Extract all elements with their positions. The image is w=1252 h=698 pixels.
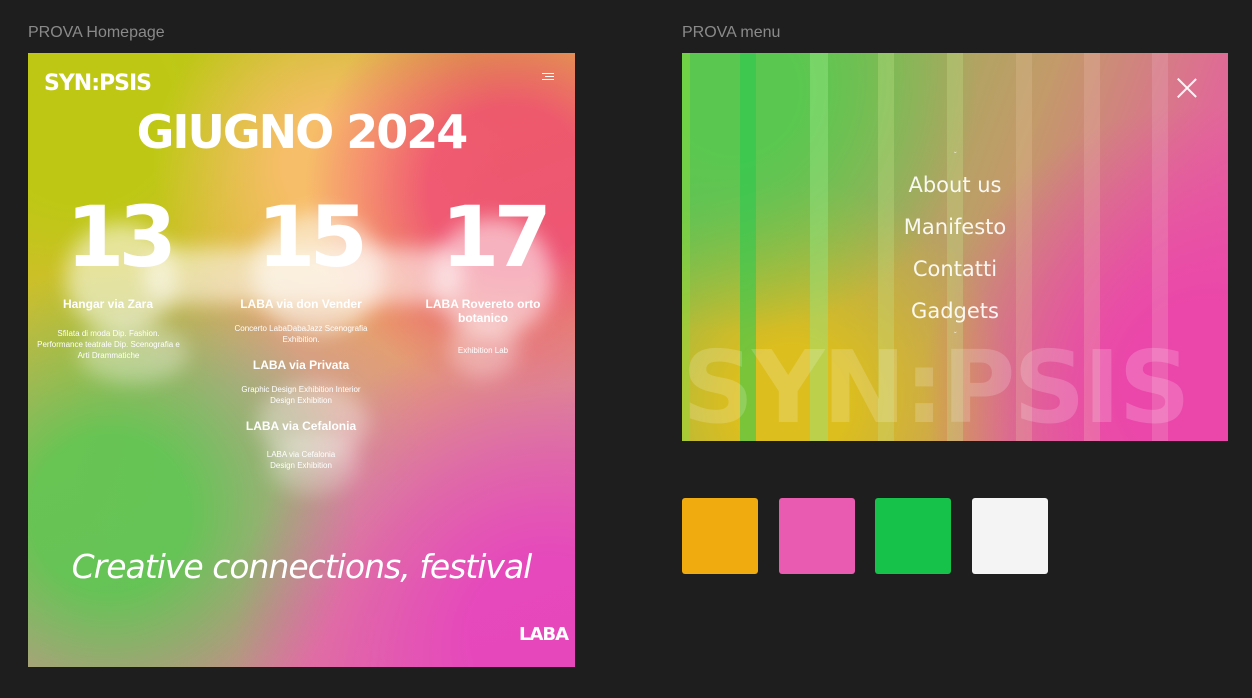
- event-day-13: 13: [66, 188, 177, 286]
- event-venue: LABA via Privata: [252, 358, 350, 372]
- swatch-white[interactable]: [972, 498, 1048, 574]
- menu-item-gadgets[interactable]: Gadgets: [682, 299, 1228, 323]
- laba-logo[interactable]: LABA: [519, 624, 569, 645]
- event-day-17: 17: [441, 188, 552, 286]
- event-description: Concerto LabaDabaJazz Scenografia Exhibi…: [234, 324, 368, 344]
- menu-item-contatti[interactable]: Contatti: [682, 257, 1228, 281]
- event-venue: LABA Rovereto orto botanico: [425, 297, 541, 325]
- decor-tick: ˇ: [954, 151, 957, 160]
- event-description: Graphic Design Exhibition Interior Desig…: [241, 385, 361, 405]
- swatch-orange[interactable]: [682, 498, 758, 574]
- event-description: Exhibition Lab: [457, 346, 509, 355]
- tagline: Creative connections, festival: [71, 547, 533, 586]
- synapsis-watermark: SYN:PSIS: [682, 329, 1191, 441]
- event-venue: LABA via Cefalonia: [245, 419, 357, 433]
- homepage-frame[interactable]: SYN:PSIS GIUGNO 2024 13 15 17 Hangar via…: [28, 53, 575, 667]
- hamburger-icon[interactable]: [542, 73, 554, 82]
- swatch-pink[interactable]: [779, 498, 855, 574]
- menu-item-about-us[interactable]: About us: [682, 173, 1228, 197]
- event-day-15: 15: [257, 188, 368, 286]
- decor-tick: ˇ: [954, 331, 957, 340]
- event-description: LABA via Cefalonia Design Exhibition: [266, 450, 336, 470]
- synapsis-logo[interactable]: SYN:PSIS: [44, 71, 152, 96]
- menu-frame-label[interactable]: PROVA menu: [682, 24, 780, 42]
- event-venue: LABA via don Vender: [240, 297, 362, 311]
- homepage-frame-label[interactable]: PROVA Homepage: [28, 24, 165, 42]
- menu-frame[interactable]: SYN:PSIS ˇ About us Manifesto Contatti G…: [682, 53, 1228, 441]
- close-icon[interactable]: [1175, 77, 1199, 101]
- swatch-green[interactable]: [875, 498, 951, 574]
- page-title: GIUGNO 2024: [136, 105, 469, 159]
- event-venue: Hangar via Zara: [62, 297, 154, 311]
- event-description: Sfilata di moda Dip. Fashion. Performanc…: [37, 329, 180, 360]
- menu-item-manifesto[interactable]: Manifesto: [682, 215, 1228, 239]
